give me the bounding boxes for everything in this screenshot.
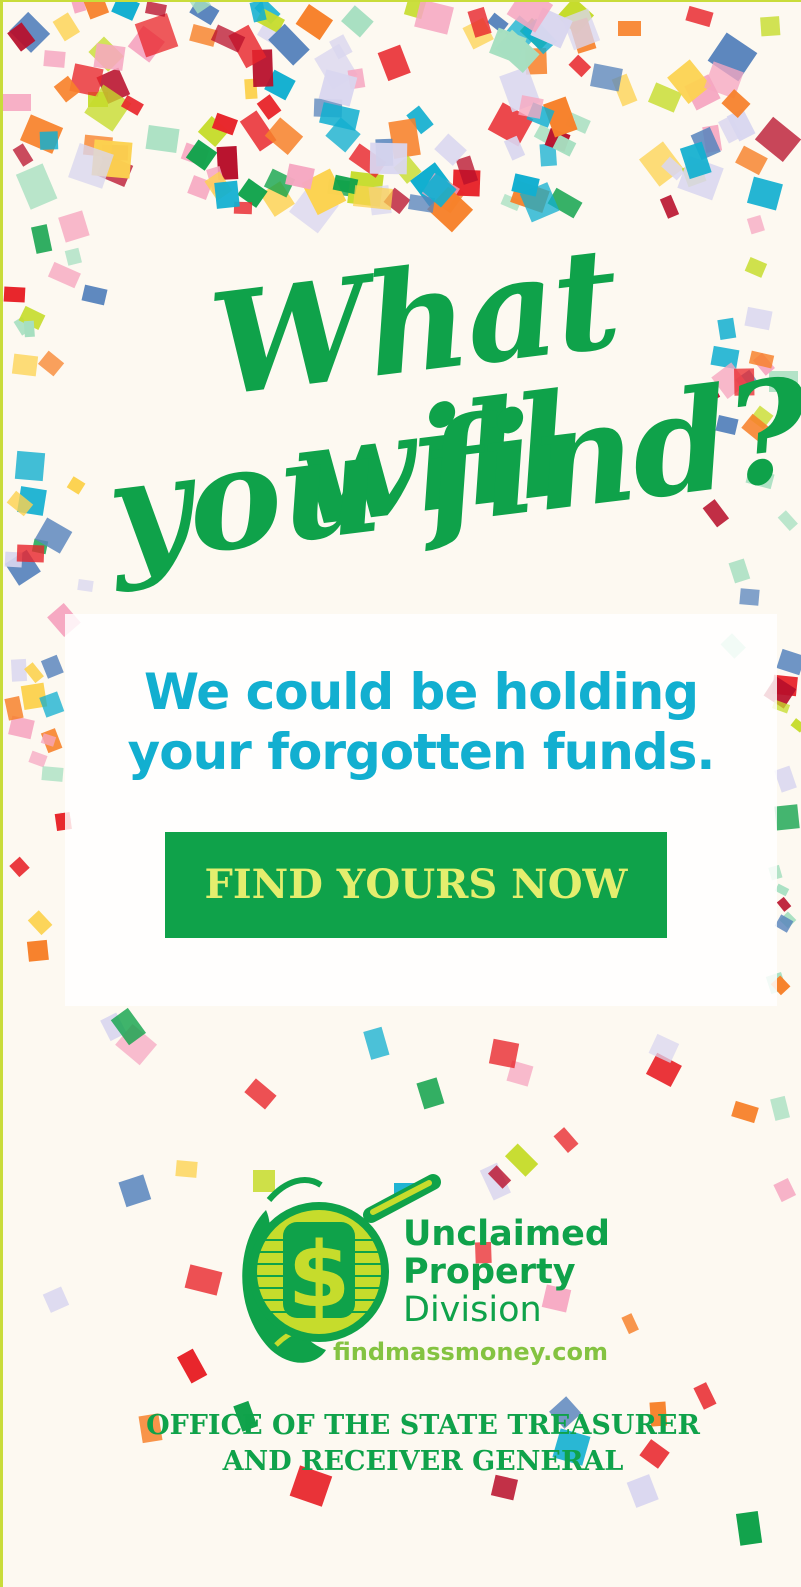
logo-line-1: Unclaimed bbox=[403, 1214, 610, 1254]
office-line-2: AND RECEIVER GENERAL bbox=[222, 1446, 624, 1477]
confetti-piece bbox=[48, 262, 81, 289]
confetti-piece bbox=[773, 765, 797, 793]
tagline: We could be holding your forgotten funds… bbox=[65, 662, 777, 782]
confetti-piece bbox=[65, 247, 83, 266]
logo-line-3: Division bbox=[403, 1290, 542, 1330]
confetti-piece bbox=[40, 131, 59, 151]
svg-text:$: $ bbox=[288, 1223, 351, 1328]
confetti-piece bbox=[739, 588, 760, 607]
confetti-piece bbox=[319, 101, 361, 131]
confetti-piece bbox=[52, 12, 80, 42]
confetti-piece bbox=[14, 451, 46, 482]
confetti-piece bbox=[264, 117, 303, 156]
confetti-piece bbox=[118, 1174, 152, 1208]
confetti-piece bbox=[82, 2, 110, 20]
confetti-piece bbox=[776, 896, 792, 912]
confetti-piece bbox=[23, 320, 35, 338]
confetti-piece bbox=[27, 909, 52, 935]
confetti-piece bbox=[769, 1096, 790, 1122]
confetti-piece bbox=[93, 43, 126, 72]
confetti-piece bbox=[735, 145, 769, 175]
banner-ad[interactable]: What will you find? We could be holding … bbox=[0, 0, 801, 1587]
confetti-piece bbox=[731, 1100, 759, 1124]
confetti-piece bbox=[568, 54, 591, 78]
confetti-piece bbox=[341, 5, 375, 38]
office-line-1: OFFICE OF THE STATE TREASURER bbox=[146, 1410, 700, 1441]
confetti-piece bbox=[41, 765, 64, 782]
confetti-piece bbox=[774, 804, 800, 831]
confetti-piece bbox=[28, 750, 48, 768]
confetti-piece bbox=[618, 20, 641, 37]
website-url[interactable]: findmassmoney.com bbox=[333, 1338, 608, 1366]
confetti-piece bbox=[746, 176, 783, 210]
logo-wordmark: Unclaimed Property Division bbox=[403, 1215, 610, 1329]
confetti-piece bbox=[416, 1076, 445, 1109]
confetti-piece bbox=[735, 1511, 762, 1546]
confetti-piece bbox=[776, 649, 801, 676]
confetti-piece bbox=[16, 162, 58, 209]
confetti-piece bbox=[244, 1077, 277, 1109]
confetti-piece bbox=[176, 1348, 207, 1384]
confetti-piece bbox=[40, 654, 64, 678]
confetti-piece bbox=[77, 579, 94, 593]
tagline-line-1: We could be holding bbox=[143, 663, 699, 721]
confetti-piece bbox=[553, 1126, 579, 1153]
confetti-piece bbox=[30, 224, 53, 255]
confetti-piece bbox=[3, 94, 31, 111]
logo-line-2: Property bbox=[403, 1252, 576, 1292]
confetti-piece bbox=[488, 1038, 519, 1069]
find-yours-now-button[interactable]: FIND YOURS NOW bbox=[165, 832, 667, 938]
confetti-piece bbox=[12, 143, 34, 167]
confetti-piece bbox=[110, 2, 140, 21]
confetti-piece bbox=[414, 2, 455, 36]
confetti-piece bbox=[660, 194, 680, 219]
confetti-piece bbox=[43, 1286, 70, 1313]
confetti-piece bbox=[145, 125, 180, 154]
confetti-piece bbox=[590, 63, 624, 91]
office-name: OFFICE OF THE STATE TREASURER AND RECEIV… bbox=[63, 1408, 783, 1480]
confetti-piece bbox=[352, 184, 393, 210]
confetti-piece bbox=[4, 695, 24, 721]
confetti-piece bbox=[175, 1159, 198, 1178]
confetti-piece bbox=[790, 718, 801, 733]
confetti-piece bbox=[214, 180, 240, 209]
confetti-piece bbox=[16, 544, 45, 563]
tagline-line-2: your forgotten funds. bbox=[127, 723, 716, 781]
confetti-piece bbox=[9, 856, 30, 877]
confetti-piece bbox=[11, 353, 38, 377]
confetti-piece bbox=[684, 6, 714, 28]
confetti-piece bbox=[144, 2, 167, 17]
confetti-piece bbox=[377, 44, 411, 82]
confetti-piece bbox=[184, 1264, 223, 1296]
confetti-piece bbox=[3, 286, 25, 304]
confetti-piece bbox=[761, 16, 781, 37]
confetti-piece bbox=[27, 939, 50, 962]
confetti-piece bbox=[58, 210, 91, 243]
confetti-piece bbox=[295, 4, 333, 40]
confetti-piece bbox=[693, 1381, 717, 1410]
confetti-piece bbox=[38, 691, 65, 719]
confetti-piece bbox=[773, 1178, 797, 1203]
confetti-piece bbox=[42, 49, 66, 68]
confetti-piece bbox=[363, 1026, 390, 1060]
confetti-piece bbox=[369, 142, 408, 175]
confetti-piece bbox=[517, 95, 544, 119]
confetti-piece bbox=[728, 557, 751, 583]
